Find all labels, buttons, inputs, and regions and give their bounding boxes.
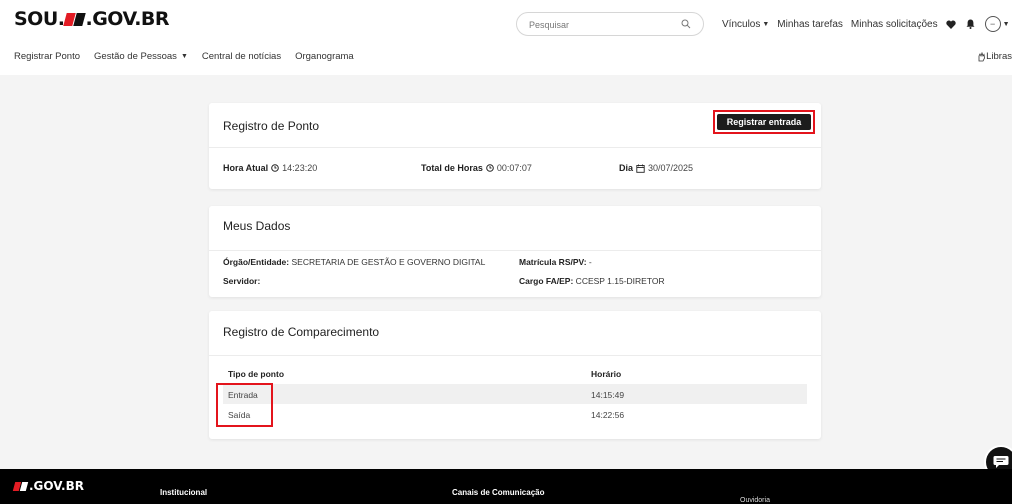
clock-icon [486,164,494,172]
orgao-label: Órgão/Entidade: [223,257,290,267]
hora-atual: Hora Atual 14:23:20 [223,163,317,173]
horario-cell: 14:22:56 [591,410,625,420]
calendar-icon [636,164,645,173]
clock-icon [271,164,279,172]
search-icon[interactable] [681,19,691,29]
highlight-box [216,383,273,427]
vinculos-label: Vínculos [722,18,761,30]
hand-icon [978,51,986,61]
total-horas: Total de Horas 00:07:07 [421,163,532,173]
bell-icon[interactable] [966,19,975,29]
nav-gestao-pessoas-label: Gestão de Pessoas [94,51,177,62]
registrar-entrada-label: Registrar entrada [717,114,811,130]
caret-down-icon: ▼ [180,53,188,60]
servidor-label: Servidor: [223,276,261,286]
footer-institucional: Institucional [160,488,208,497]
nav-organograma[interactable]: Organograma [295,51,354,62]
meus-dados-card: Meus Dados Órgão/Entidade: SECRETARIA DE… [209,206,821,297]
hora-atual-label: Hora Atual [223,163,269,173]
registro-ponto-card: Registro de Ponto Registrar entrada Hora… [209,103,821,189]
matricula-label: Matrícula RS/PV: [519,257,587,267]
heart-icon[interactable] [945,20,956,29]
footer-canais: Canais de Comunicação [452,488,545,497]
minhas-solicitacoes-link[interactable]: Minhas solicitações [851,19,938,30]
logo-text-left: SOU. [14,8,65,30]
logo-text-right: .GOV.BR [85,8,170,30]
cargo: Cargo FA/EP: CCESP 1.15-DIRETOR [519,276,665,286]
table-row: Saída 14:22:56 [223,404,807,424]
footer-ouvidoria-link[interactable]: Ouvidoria [740,497,770,504]
libras-button[interactable]: Libras [977,51,1012,62]
horario-cell: 14:15:49 [591,390,625,400]
nav-central-noticias[interactable]: Central de notícias [202,51,281,62]
nav-gestao-pessoas[interactable]: Gestão de Pessoas ▼ [94,51,188,62]
registro-comparecimento-card: Registro de Comparecimento Tipo de ponto… [209,311,821,439]
dia-label: Dia [619,163,634,173]
vinculos-menu[interactable]: Vínculos ▼ [722,19,769,30]
orgao-value: SECRETARIA DE GESTÃO E GOVERNO DIGITAL [289,257,486,267]
card-title: Registro de Comparecimento [223,325,380,339]
search-input[interactable] [529,18,679,32]
sp-mark-icon [63,12,87,26]
total-horas-value: 00:07:07 [496,163,532,173]
matricula-value: - [586,257,592,267]
orgao-entidade: Órgão/Entidade: SECRETARIA DE GESTÃO E G… [223,257,485,267]
top-header: SOU. .GOV.BR Vínculos ▼ Minhas tarefas M… [0,0,1012,75]
cargo-value: CCESP 1.15-DIRETOR [573,276,665,286]
footer: .GOV.BR Institucional Canais de Comunica… [0,469,1012,504]
total-horas-label: Total de Horas [421,163,483,173]
comparecimento-header: Registro de Comparecimento [209,311,821,356]
col-tipo-header: Tipo de ponto [228,369,285,379]
cargo-label: Cargo FA/EP: [519,276,574,286]
meus-dados-header: Meus Dados [209,206,821,251]
user-avatar-icon[interactable]: − [984,16,1001,32]
top-nav: Vínculos ▼ Minhas tarefas Minhas solicit… [722,16,1010,32]
main-nav: Registrar Ponto Gestão de Pessoas ▼ Cent… [14,51,368,62]
hora-atual-value: 14:23:20 [282,163,318,173]
card-title: Meus Dados [223,219,291,233]
footer-logo[interactable]: .GOV.BR [12,479,84,493]
libras-label: Libras [986,51,1012,62]
minhas-tarefas-link[interactable]: Minhas tarefas [777,19,843,30]
registrar-entrada-button[interactable]: Registrar entrada [713,110,815,134]
card-title: Registro de Ponto [223,119,320,133]
registro-ponto-header: Registro de Ponto Registrar entrada [209,103,821,148]
nav-registrar-ponto[interactable]: Registrar Ponto [14,51,80,62]
matricula: Matrícula RS/PV: - [519,257,592,267]
footer-logo-text: .GOV.BR [29,479,84,493]
dia: Dia 30/07/2025 [619,163,693,173]
dia-value: 30/07/2025 [648,163,694,173]
caret-down-icon: ▼ [762,20,770,28]
sou-sp-logo[interactable]: SOU. .GOV.BR [14,8,170,30]
col-horario-header: Horário [591,369,622,379]
search-box[interactable] [516,12,704,36]
servidor: Servidor: [223,276,260,286]
chat-icon [993,456,1009,468]
avatar-caret-down-icon[interactable]: ▼ [1003,21,1010,28]
table-row: Entrada 14:15:49 [223,384,807,404]
